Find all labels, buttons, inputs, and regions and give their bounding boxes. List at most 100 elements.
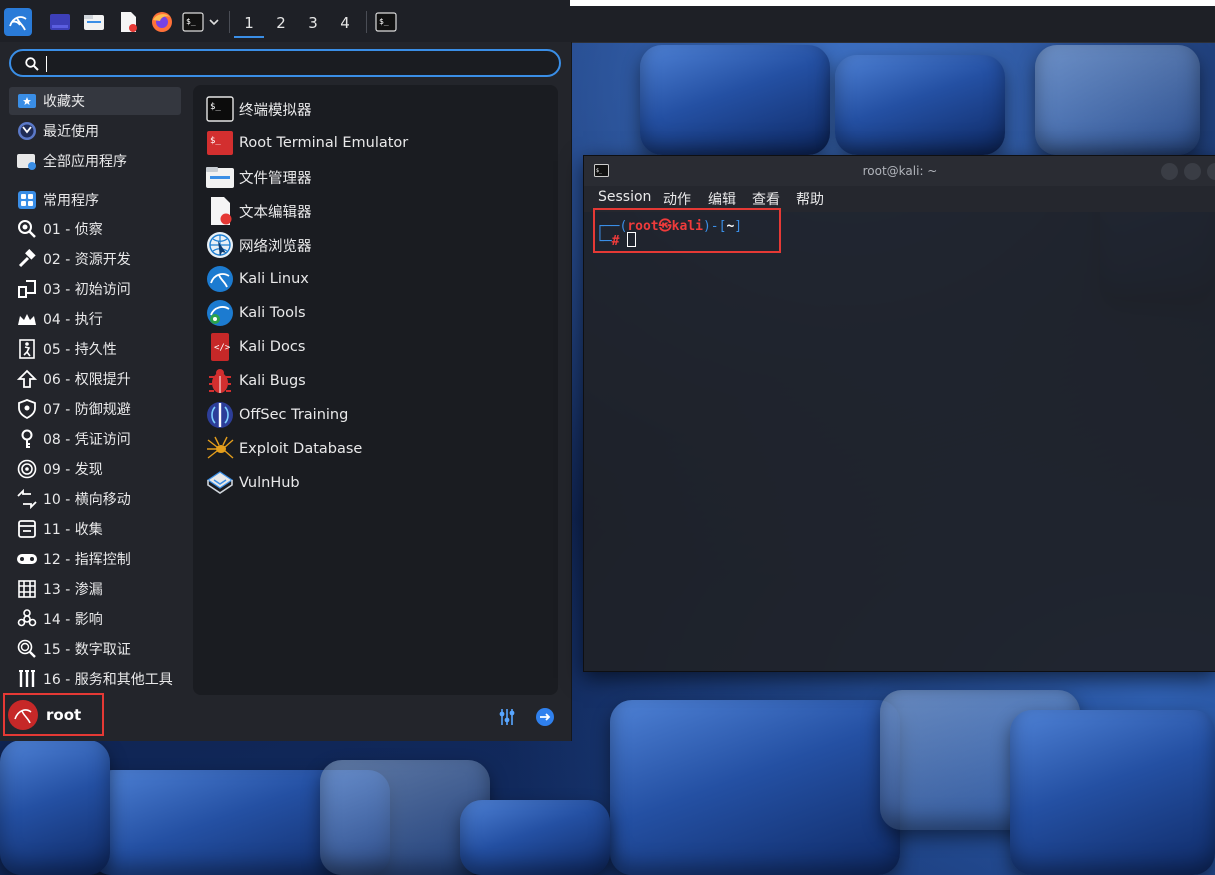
category-label: 04 - 执行	[43, 312, 103, 328]
app-label: Kali Tools	[239, 305, 306, 321]
category-16[interactable]: 16 - 服务和其他工具	[9, 665, 181, 693]
folder-icon	[84, 15, 104, 30]
terminal-icon: $_	[205, 94, 235, 124]
app-kali-tools[interactable]: Kali Tools	[205, 297, 306, 329]
app-offsec-training[interactable]: OffSec Training	[205, 399, 348, 431]
prompt-line-2[interactable]: └─#	[596, 232, 637, 249]
search-icon	[25, 57, 39, 71]
category-07[interactable]: 07 - 防御规避	[9, 395, 181, 423]
category-label: 14 - 影响	[43, 612, 103, 628]
menu-help[interactable]: 帮助	[796, 189, 824, 209]
radar-icon	[16, 458, 38, 480]
category-05[interactable]: 05 - 持久性	[9, 335, 181, 363]
file-manager-launcher[interactable]	[81, 9, 107, 35]
text-editor-launcher[interactable]	[115, 9, 141, 35]
category-08[interactable]: 08 - 凭证访问	[9, 425, 181, 453]
firefox-icon	[152, 12, 172, 32]
search-input[interactable]	[45, 53, 549, 75]
maximize-button[interactable]	[1184, 163, 1201, 180]
application-menu: 收藏夹 最近使用 全部应用程序 常用程序 01 - 侦察 02 - 资源开发 0…	[0, 42, 572, 741]
window-title: root@kali: ~	[862, 164, 938, 178]
text-editor-icon	[205, 196, 235, 226]
minimize-button[interactable]	[1161, 163, 1178, 180]
app-root-terminal[interactable]: $_ Root Terminal Emulator	[205, 127, 408, 159]
category-label: 02 - 资源开发	[43, 252, 131, 268]
firefox-launcher[interactable]	[149, 9, 175, 35]
category-12[interactable]: 12 - 指挥控制	[9, 545, 181, 573]
workspace-3[interactable]: 3	[298, 10, 328, 36]
category-11[interactable]: 11 - 收集	[9, 515, 181, 543]
avatar	[8, 699, 38, 730]
fingerprint-icon	[16, 638, 38, 660]
app-vulnhub[interactable]: VulnHub	[205, 467, 300, 499]
category-03[interactable]: 03 - 初始访问	[9, 275, 181, 303]
category-label: 06 - 权限提升	[43, 372, 131, 388]
app-label: 文本编辑器	[239, 204, 312, 221]
gamepad-icon	[16, 548, 38, 570]
category-04[interactable]: 04 - 执行	[9, 305, 181, 333]
search-bar[interactable]	[9, 49, 561, 77]
app-file-manager[interactable]: 文件管理器	[205, 161, 312, 193]
category-09[interactable]: 09 - 发现	[9, 455, 181, 483]
menu-view[interactable]: 查看	[752, 189, 780, 209]
category-label: 07 - 防御规避	[43, 402, 131, 418]
runner-icon	[16, 338, 38, 360]
workspace-1[interactable]: 1	[234, 10, 264, 38]
sliders-icon	[499, 709, 515, 725]
app-text-editor[interactable]: 文本编辑器	[205, 195, 312, 227]
app-label: Kali Bugs	[239, 373, 306, 389]
terminal-launcher[interactable]: $_	[180, 9, 222, 35]
app-label: Kali Docs	[239, 339, 306, 355]
kali-dragon-icon	[9, 16, 27, 31]
terminal-icon: $_	[182, 12, 204, 32]
app-kali-docs[interactable]: </> Kali Docs	[205, 331, 305, 363]
clock-icon	[16, 120, 38, 142]
app-label: OffSec Training	[239, 407, 349, 423]
category-label: 11 - 收集	[43, 522, 103, 538]
workspace-2[interactable]: 2	[266, 10, 296, 36]
category-06[interactable]: 06 - 权限提升	[9, 365, 181, 393]
show-desktop-button[interactable]	[47, 9, 73, 35]
kali-dragon-icon	[205, 264, 235, 294]
category-10[interactable]: 10 - 横向移动	[9, 485, 181, 513]
category-label: 最近使用	[43, 124, 99, 140]
shield-icon	[16, 398, 38, 420]
category-14[interactable]: 14 - 影响	[9, 605, 181, 633]
category-favorites[interactable]: 收藏夹	[9, 87, 181, 115]
app-label: Kali Linux	[239, 271, 309, 287]
svg-text:$_: $_	[210, 102, 221, 112]
terminal-titlebar[interactable]: $_ root@kali: ~	[584, 156, 1215, 186]
user-account-button[interactable]: root	[3, 693, 104, 736]
kali-menu-button[interactable]	[4, 8, 32, 36]
workspace-4[interactable]: 4	[330, 10, 360, 36]
chevron-down-icon	[209, 19, 219, 26]
app-web-browser[interactable]: 网络浏览器	[205, 229, 312, 261]
category-recent[interactable]: 最近使用	[9, 117, 181, 145]
menu-session[interactable]: Session	[598, 189, 651, 205]
kali-docs-icon: </>	[205, 332, 235, 362]
app-kali-bugs[interactable]: Kali Bugs	[205, 365, 306, 397]
category-usual-apps[interactable]: 常用程序	[9, 186, 181, 214]
prompt-hash: #	[611, 234, 620, 249]
category-15[interactable]: 15 - 数字取证	[9, 635, 181, 663]
settings-button[interactable]	[495, 705, 519, 729]
star-folder-icon	[16, 90, 38, 112]
prompt-host: kali	[671, 219, 703, 234]
category-02[interactable]: 02 - 资源开发	[9, 245, 181, 273]
user-name: root	[46, 705, 82, 724]
app-terminal-emulator[interactable]: $_ 终端模拟器	[205, 93, 312, 125]
app-exploit-database[interactable]: Exploit Database	[205, 433, 362, 465]
exfil-icon	[16, 578, 38, 600]
top-panel: $_ 1 2 3 4 $_	[0, 0, 1215, 43]
biohazard-icon	[16, 608, 38, 630]
arrows-horizontal-icon	[16, 488, 38, 510]
category-13[interactable]: 13 - 渗漏	[9, 575, 181, 603]
logout-button[interactable]	[533, 705, 557, 729]
menu-actions[interactable]: 动作	[663, 189, 691, 209]
door-icon	[16, 278, 38, 300]
category-01[interactable]: 01 - 侦察	[9, 215, 181, 243]
category-all-apps[interactable]: 全部应用程序	[9, 147, 181, 175]
app-kali-linux[interactable]: Kali Linux	[205, 263, 309, 295]
taskbar-terminal-window[interactable]: $_	[373, 9, 399, 35]
menu-edit[interactable]: 编辑	[708, 189, 736, 209]
